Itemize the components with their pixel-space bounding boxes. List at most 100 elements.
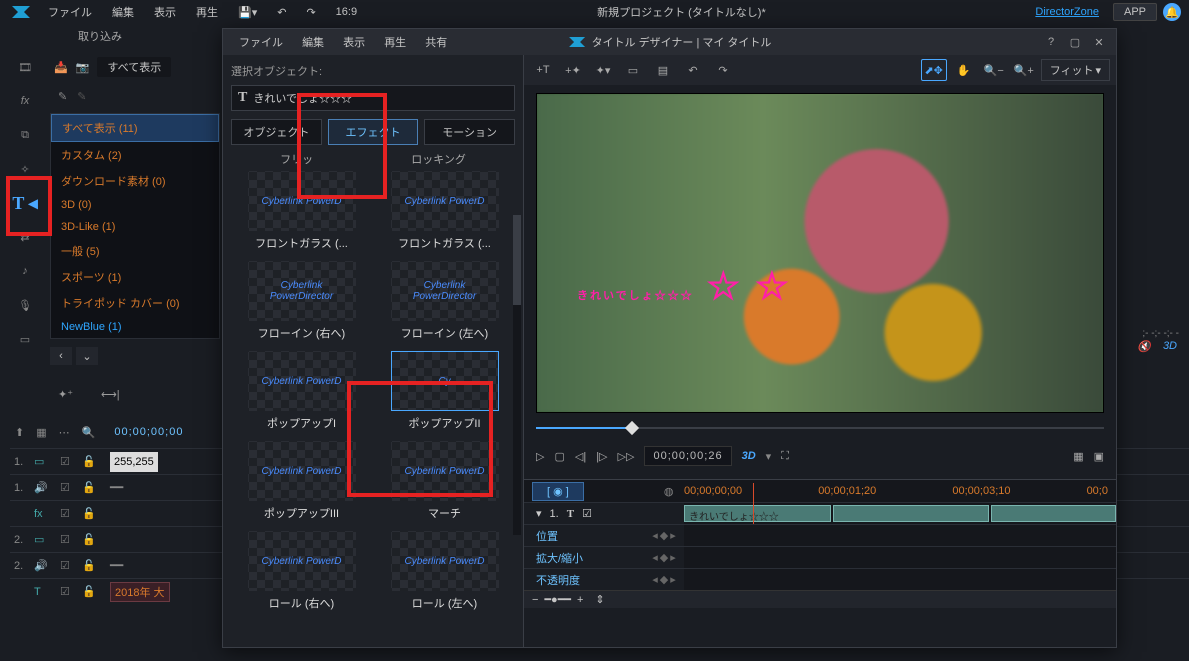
timeline-dots-icon[interactable]: ⋯ <box>56 426 73 439</box>
category-item[interactable]: 一般 (5) <box>51 238 219 264</box>
transport-3d-button[interactable]: 3D <box>742 450 756 462</box>
dlg-timeline-expand-icon[interactable]: ⇕ <box>595 593 604 606</box>
directorzone-link[interactable]: DirectorZone <box>1027 4 1107 20</box>
collapse-left-icon[interactable]: ‹ <box>50 347 72 365</box>
kf-property-track[interactable] <box>684 525 1116 546</box>
kf-property-track[interactable] <box>684 547 1116 568</box>
track-lock-icon[interactable]: 🔓 <box>82 533 98 546</box>
effect-thumbnail[interactable]: Cyberlink PowerDirector フローイン (左へ) <box>376 261 513 341</box>
aspect-ratio-selector[interactable]: 16:9 <box>328 4 365 20</box>
mute-icon[interactable]: 🔇 <box>1137 340 1151 353</box>
audio-room-icon[interactable]: ♪ <box>8 258 42 284</box>
play-icon[interactable]: ▷ <box>536 450 544 463</box>
volume-line-icon[interactable]: ━━ <box>110 559 123 572</box>
track-lock-icon[interactable]: 🔓 <box>82 559 98 572</box>
kf-add-icon[interactable]: ◆ <box>660 529 668 542</box>
effect-thumbnail[interactable]: Cyberlink PowerD ポップアップIII <box>233 441 370 521</box>
effect-scrollbar[interactable] <box>513 215 521 535</box>
prev-frame-icon[interactable]: ◁| <box>575 450 586 463</box>
kf-prev-icon[interactable]: ◂ <box>652 573 658 586</box>
dlg-menu-share[interactable]: 共有 <box>417 35 455 51</box>
tool-undo-icon[interactable]: ↶ <box>680 59 706 81</box>
tab-object[interactable]: オブジェクト <box>231 119 322 145</box>
effect-thumbnail[interactable]: Cyberlink PowerD フロントガラス (... <box>376 171 513 251</box>
zoom-out-icon[interactable]: 🔍− <box>981 59 1007 81</box>
timeline-clip[interactable]: 255,255 <box>110 452 158 472</box>
track-lock-icon[interactable]: 🔓 <box>82 481 98 494</box>
tab-motion[interactable]: モーション <box>424 119 515 145</box>
track-visibility-icon[interactable]: ☑ <box>60 585 76 598</box>
effect-thumbnail[interactable]: Cyberlink PowerDirector フローイン (右へ) <box>233 261 370 341</box>
kf-next-icon[interactable]: ▸ <box>670 573 676 586</box>
playhead-line[interactable] <box>753 483 754 524</box>
track-lock-icon[interactable]: 🔓 <box>82 455 98 468</box>
particle-room-icon[interactable]: ✧ <box>8 156 42 182</box>
expand-down-icon[interactable]: ⌄ <box>76 347 98 365</box>
category-item[interactable]: 3D (0) <box>51 194 219 216</box>
timeline-export-icon[interactable]: ⬆ <box>12 426 27 439</box>
tool-rect-icon[interactable]: ▭ <box>620 59 646 81</box>
scrub-handle[interactable] <box>625 421 639 435</box>
category-item[interactable]: ダウンロード素材 (0) <box>51 168 219 194</box>
import-icon[interactable]: 📥 <box>54 61 68 74</box>
effect-thumbnail[interactable]: Cyberlink PowerD マーチ <box>376 441 513 521</box>
category-item[interactable]: トライポッド カバー (0) <box>51 290 219 316</box>
menu-file[interactable]: ファイル <box>40 2 100 22</box>
next-frame-icon[interactable]: |▷ <box>596 450 607 463</box>
timeline-zoom-icon[interactable]: 🔍 <box>79 426 99 439</box>
kf-collapse-icon[interactable]: ▾ <box>536 507 542 520</box>
add-particle-icon[interactable]: +✦ <box>560 59 586 81</box>
preview-canvas[interactable]: きれいでしょ☆☆☆ ☆ ☆ <box>536 93 1104 413</box>
fit-dropdown[interactable]: フィット▾ <box>1041 59 1110 81</box>
kf-title-segment-b[interactable] <box>833 505 989 522</box>
pen-tool-icon[interactable]: ✎ <box>58 90 67 103</box>
track-visibility-icon[interactable]: ☑ <box>60 533 76 546</box>
dlg-maximize-icon[interactable]: ▢ <box>1066 33 1084 51</box>
category-item[interactable]: 3D-Like (1) <box>51 216 219 238</box>
kf-title-segment-c[interactable] <box>991 505 1116 522</box>
keyframe-mode-button[interactable]: [ ◉ ] <box>532 482 584 501</box>
app-button[interactable]: APP <box>1113 3 1157 21</box>
dlg-close-icon[interactable]: ✕ <box>1090 33 1108 51</box>
track-visibility-icon[interactable]: ☑ <box>60 559 76 572</box>
notification-bell-icon[interactable]: 🔔 <box>1163 3 1181 21</box>
category-item[interactable]: NewBlue (1) <box>51 316 219 338</box>
kf-property-track[interactable] <box>684 569 1116 590</box>
dlg-zoom-in-icon[interactable]: + <box>577 594 583 606</box>
menu-edit[interactable]: 編集 <box>104 2 142 22</box>
zoom-in-icon[interactable]: 🔍+ <box>1011 59 1037 81</box>
menu-view[interactable]: 表示 <box>146 2 184 22</box>
tool-redo-icon[interactable]: ↷ <box>710 59 736 81</box>
category-item[interactable]: スポーツ (1) <box>51 264 219 290</box>
stop-icon[interactable]: ▢ <box>554 450 564 463</box>
threeD-icon[interactable]: 3D <box>1163 340 1177 353</box>
fast-forward-icon[interactable]: ▷▷ <box>618 450 635 463</box>
media-room-icon[interactable]: 🎞 <box>8 54 42 80</box>
category-item[interactable]: すべて表示 (11) <box>51 114 219 142</box>
dlg-menu-view[interactable]: 表示 <box>335 35 373 51</box>
pip-room-icon[interactable]: ⧉ <box>8 122 42 148</box>
title-text-input[interactable] <box>253 92 508 104</box>
tool-stars-icon[interactable]: ✦▾ <box>590 59 616 81</box>
kf-add-icon[interactable]: ◆ <box>660 573 668 586</box>
dlg-zoom-slider[interactable]: ━●━━ <box>544 593 571 606</box>
tab-effect[interactable]: エフェクト <box>328 119 419 145</box>
brush-tool-icon[interactable]: ✎ <box>77 90 86 103</box>
effect-thumbnail[interactable]: Cyberlink PowerD ポップアップI <box>233 351 370 431</box>
dlg-zoom-out-icon[interactable]: − <box>532 594 538 606</box>
kf-visible-checkbox[interactable]: ☑ <box>582 507 592 520</box>
track-visibility-icon[interactable]: ☑ <box>60 481 76 494</box>
volume-line-icon[interactable]: ━━ <box>110 481 123 494</box>
track-visibility-icon[interactable]: ☑ <box>60 507 76 520</box>
fx-room-icon[interactable]: fx <box>8 88 42 114</box>
show-all-button[interactable]: すべて表示 <box>97 57 171 77</box>
kf-title-segment-a[interactable]: きれいでしょ☆☆☆ <box>684 505 831 522</box>
dlg-menu-file[interactable]: ファイル <box>231 35 291 51</box>
effect-thumbnail[interactable]: Cyberlink PowerD ロール (左へ) <box>376 531 513 611</box>
pan-mode-icon[interactable]: ✋ <box>951 59 977 81</box>
transition-room-icon[interactable]: ⇄ <box>8 224 42 250</box>
track-lock-icon[interactable]: 🔓 <box>82 507 98 520</box>
effect-thumbnail[interactable]: Cy ポップアップII <box>376 351 513 431</box>
dlg-menu-play[interactable]: 再生 <box>376 35 414 51</box>
capture-tab[interactable]: 取り込み <box>78 28 122 44</box>
